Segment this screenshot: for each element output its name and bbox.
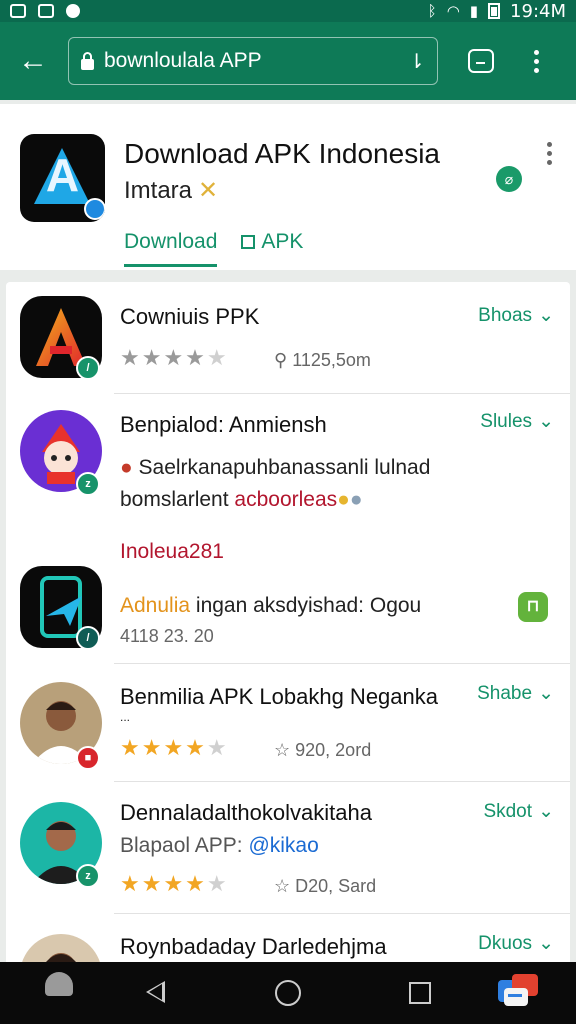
url-text: bownloulala APP — [104, 49, 262, 72]
item-title: Benmilia APK Lobakhg Neganka — [120, 684, 438, 709]
profile-icon[interactable] — [34, 972, 84, 1000]
verified-badge-icon — [84, 198, 105, 220]
app-list: / Cowniuis PPK Bhoas ★★★★★ ⚲ 1125,5om z … — [6, 282, 570, 972]
wifi-icon: ◠ — [446, 2, 460, 20]
item-meta: ⚲ 1125,5om — [274, 350, 371, 370]
item-title: Cowniuis PPK — [120, 304, 260, 329]
status-time: 19:4M — [510, 0, 566, 22]
item-title: Benpialod: Anmiensh — [120, 412, 327, 437]
tab-download[interactable]: Download — [124, 230, 218, 267]
gallery-notification-icon — [10, 4, 26, 18]
list-item[interactable]: / Adnulia ingan aksdyishad: Ogou 4118 23… — [6, 554, 570, 664]
signal-icon: ▮ — [469, 2, 479, 20]
nav-recents-icon[interactable] — [409, 982, 431, 1004]
verified-badge-icon: / — [76, 626, 100, 650]
item-meta: ☆ 920, 2ord — [274, 740, 372, 760]
install-icon[interactable]: ⊓ — [518, 592, 548, 622]
item-action-button[interactable]: Skdot — [483, 800, 554, 823]
edit-icon — [241, 235, 256, 249]
list-item[interactable]: ■ Benmilia APK Lobakhg Neganka ... Shabe… — [6, 664, 570, 782]
battery-icon — [488, 3, 501, 19]
app-header-card: A Download APK Indonesia Imtara ✕ ⌀ Downl… — [0, 104, 576, 270]
chat-icon[interactable] — [468, 49, 494, 73]
browser-app-bar: ← bownloulala APP ⇂ — [0, 22, 576, 100]
mic-icon[interactable]: ⇂ — [408, 49, 425, 74]
page-title: Download APK Indonesia — [124, 138, 440, 169]
verified-badge-icon: z — [76, 864, 100, 888]
star-rating: ★★★★★ — [120, 736, 229, 761]
back-arrow-icon[interactable]: ← — [12, 40, 54, 82]
item-action-button[interactable]: Bhoas — [478, 304, 554, 327]
item-description: ● Saelrkanapuhbanassanli lulnad — [120, 456, 431, 479]
list-item[interactable]: / Cowniuis PPK Bhoas ★★★★★ ⚲ 1125,5om — [6, 282, 570, 394]
page-subtitle: Imtara ✕ — [124, 177, 219, 204]
overflow-menu-icon[interactable] — [534, 49, 539, 73]
item-action-button[interactable]: Shabe — [477, 682, 554, 705]
item-title: Roynbadaday Darledehjma — [120, 934, 387, 959]
bluetooth-icon: ᛒ — [427, 2, 437, 20]
system-nav-bar — [0, 962, 576, 1024]
item-subtitle: Blapaol APP: @kikao — [120, 834, 319, 857]
url-bar[interactable]: bownloulala APP ⇂ — [68, 37, 438, 85]
video-badge-icon: ■ — [76, 746, 100, 770]
star-rating: ★★★★★ — [120, 872, 229, 897]
item-title: Dennaladalthokolvakitaha — [120, 800, 372, 825]
tools-icon: ✕ — [198, 177, 219, 204]
image-notification-icon — [38, 4, 54, 18]
item-action-button[interactable]: Dkuos — [478, 932, 554, 955]
star-rating: ★★★★★ — [120, 346, 229, 371]
app-logo: A — [20, 134, 105, 222]
list-item[interactable]: z Benpialod: Anmiensh Slules ● Saelrkana… — [6, 394, 570, 563]
lock-icon — [81, 51, 94, 70]
notification-dot-icon — [66, 4, 80, 18]
tab-apk[interactable]: APK — [241, 230, 303, 267]
item-action-button[interactable]: Slules — [480, 410, 554, 433]
list-item[interactable]: z Dennaladalthokolvakitaha Blapaol APP: … — [6, 782, 570, 914]
item-meta: 4118 23. 20 — [120, 626, 214, 646]
messaging-app-icon[interactable] — [494, 970, 542, 1014]
item-description-2: bomslarlent acboorleas●● — [120, 488, 363, 511]
item-title: Adnulia ingan aksdyishad: Ogou — [120, 594, 422, 617]
nav-back-icon[interactable] — [146, 981, 165, 1003]
nav-home-icon[interactable] — [275, 980, 301, 1006]
item-subtitle: ... — [120, 710, 131, 724]
verified-badge-icon: z — [76, 472, 100, 496]
tab-bar: Download APK — [124, 230, 303, 267]
compass-icon[interactable]: ⌀ — [496, 166, 522, 192]
verified-badge-icon: / — [76, 356, 100, 380]
status-bar: ᛒ ◠ ▮ 19:4M — [0, 0, 576, 22]
item-meta: ☆ D20, Sard — [274, 876, 377, 896]
header-overflow-icon[interactable] — [547, 142, 552, 165]
